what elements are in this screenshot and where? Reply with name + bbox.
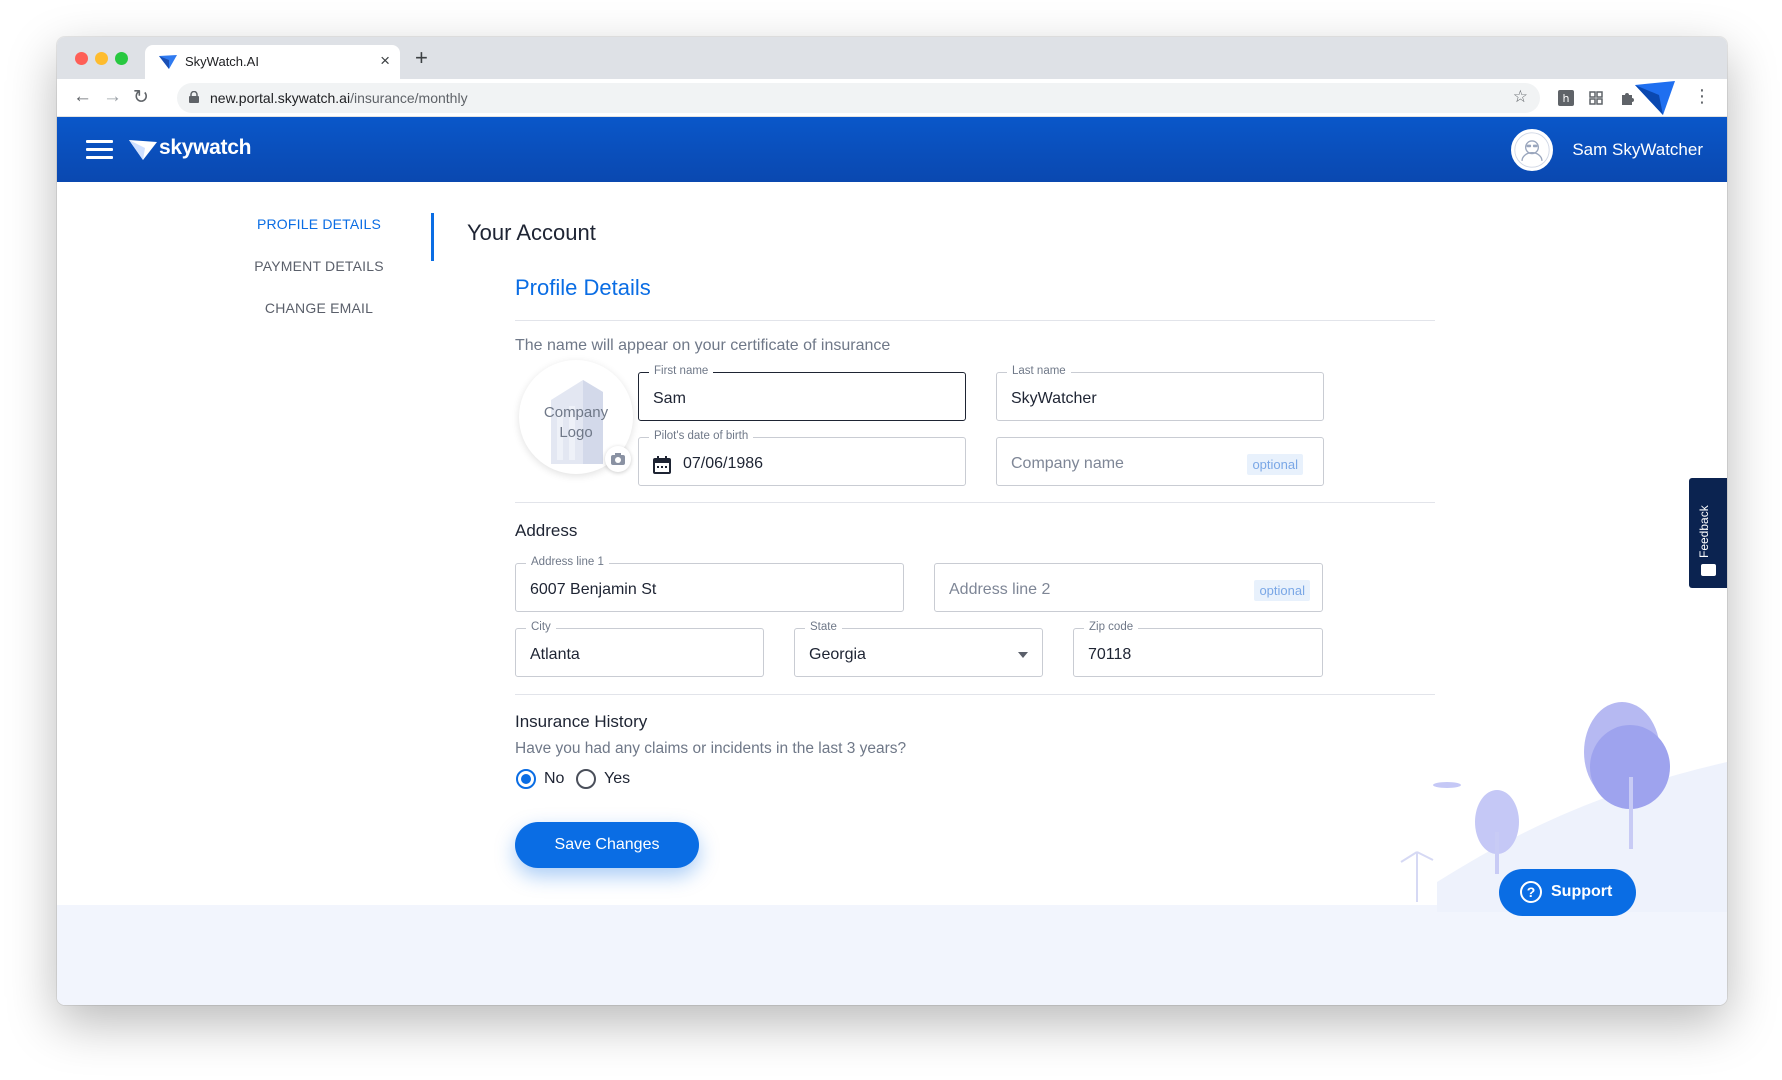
- feedback-label: Feedback: [1697, 505, 1711, 558]
- app-header: skywatch Sam SkyWatcher: [57, 117, 1727, 182]
- brand-name: skywatch: [159, 136, 252, 159]
- svg-text:h: h: [1563, 92, 1570, 105]
- address-line2-field[interactable]: Address line 2 optional: [934, 563, 1323, 612]
- url-path: /insurance/monthly: [350, 90, 468, 106]
- optional-badge: optional: [1254, 580, 1310, 601]
- sidenav-payment-details[interactable]: PAYMENT DETAILS: [227, 258, 411, 274]
- sidenav-change-email[interactable]: CHANGE EMAIL: [227, 300, 411, 316]
- insurance-history-heading: Insurance History: [515, 712, 648, 731]
- sidenav-profile-details[interactable]: PROFILE DETAILS: [227, 216, 411, 232]
- zip-value: 70118: [1088, 646, 1132, 663]
- last-name-field[interactable]: Last name SkyWatcher: [996, 365, 1324, 421]
- address-line1-field[interactable]: Address line 1 6007 Benjamin St: [515, 556, 904, 612]
- address-line1-value: 6007 Benjamin St: [530, 581, 657, 598]
- camera-icon[interactable]: [605, 446, 631, 472]
- bookmark-star-icon[interactable]: ☆: [1513, 87, 1528, 107]
- chevron-down-icon[interactable]: [1018, 652, 1028, 658]
- zip-label: Zip code: [1084, 621, 1139, 633]
- forward-button[interactable]: →: [103, 86, 122, 108]
- radio-no[interactable]: [516, 769, 536, 789]
- address-heading: Address: [515, 521, 578, 540]
- extension-h-icon[interactable]: h: [1557, 89, 1575, 107]
- url-text: new.portal.skywatch.ai/insurance/monthly: [210, 90, 468, 106]
- dob-label: Pilot's date of birth: [649, 430, 754, 442]
- section-title: Profile Details: [515, 275, 651, 300]
- company-name-placeholder: Company name: [1011, 455, 1124, 472]
- state-select[interactable]: State Georgia: [794, 621, 1043, 677]
- optional-badge: optional: [1247, 454, 1303, 475]
- claims-question: Have you had any claims or incidents in …: [515, 740, 907, 757]
- radio-yes-label[interactable]: Yes: [604, 770, 630, 788]
- first-name-label: First name: [649, 365, 714, 377]
- footer-wave-background: [57, 905, 1727, 1005]
- url-host: new.portal.skywatch.ai: [210, 90, 351, 106]
- page-title: Your Account: [467, 220, 596, 245]
- support-button[interactable]: ? Support: [1499, 869, 1636, 916]
- save-changes-button[interactable]: Save Changes: [515, 822, 699, 868]
- avatar: [1511, 129, 1553, 171]
- divider: [515, 320, 1435, 321]
- calendar-icon[interactable]: [653, 456, 671, 474]
- address-line2-placeholder: Address line 2: [949, 581, 1051, 598]
- browser-menu-icon[interactable]: ⋮: [1693, 86, 1711, 107]
- user-name: Sam SkyWatcher: [1572, 140, 1703, 159]
- logo-placeholder-line1: Company: [543, 404, 609, 421]
- minimize-window-button[interactable]: [95, 52, 108, 65]
- radio-yes[interactable]: [576, 769, 596, 789]
- last-name-label: Last name: [1007, 365, 1071, 377]
- skywatch-wing-icon: [129, 140, 157, 160]
- help-circle-icon: ?: [1520, 881, 1542, 903]
- last-name-value: SkyWatcher: [1011, 390, 1097, 407]
- divider: [515, 502, 1435, 503]
- city-value: Atlanta: [530, 646, 580, 663]
- city-field[interactable]: City Atlanta: [515, 621, 764, 677]
- address-bar[interactable]: new.portal.skywatch.ai/insurance/monthly…: [177, 83, 1540, 113]
- skywatch-favicon-icon: [159, 55, 177, 69]
- back-button[interactable]: ←: [73, 86, 92, 108]
- browser-window: SkyWatch.AI × + ← → ↻ new.portal.skywatc…: [57, 37, 1727, 1005]
- state-value: Georgia: [809, 646, 866, 663]
- first-name-field[interactable]: First name Sam: [638, 365, 966, 421]
- logo-placeholder-line2: Logo: [559, 424, 593, 441]
- browser-toolbar: ← → ↻ new.portal.skywatch.ai/insurance/m…: [57, 79, 1727, 117]
- company-logo-upload[interactable]: Company Logo: [519, 360, 633, 474]
- city-label: City: [526, 621, 556, 633]
- maximize-window-button[interactable]: [115, 52, 128, 65]
- tab-title: SkyWatch.AI: [185, 54, 259, 69]
- first-name-value: Sam: [653, 390, 686, 407]
- radio-no-label[interactable]: No: [544, 770, 564, 788]
- feedback-tab[interactable]: Feedback: [1689, 478, 1727, 588]
- company-name-field[interactable]: Company name optional: [996, 437, 1324, 486]
- new-tab-button[interactable]: +: [415, 45, 428, 71]
- tab-close-icon[interactable]: ×: [380, 51, 390, 71]
- active-indicator: [431, 213, 434, 261]
- dob-value: 07/06/1986: [683, 455, 764, 472]
- browser-tab[interactable]: SkyWatch.AI ×: [145, 45, 400, 79]
- lock-icon: [189, 91, 199, 103]
- zip-field[interactable]: Zip code 70118: [1073, 621, 1323, 677]
- hamburger-menu-icon[interactable]: [86, 140, 113, 160]
- reload-button[interactable]: ↻: [133, 86, 149, 109]
- main-content: PROFILE DETAILS PAYMENT DETAILS CHANGE E…: [57, 182, 1727, 1005]
- feedback-icon: [1701, 564, 1716, 576]
- extension-grid-icon[interactable]: [1587, 89, 1605, 107]
- state-label: State: [805, 621, 842, 633]
- skywatch-extension-icon[interactable]: [1635, 81, 1675, 115]
- tab-strip: SkyWatch.AI × +: [57, 37, 1727, 79]
- divider: [515, 694, 1435, 695]
- close-window-button[interactable]: [75, 52, 88, 65]
- address-line1-label: Address line 1: [526, 556, 609, 568]
- dob-field[interactable]: Pilot's date of birth 07/06/1986: [638, 430, 966, 486]
- support-label: Support: [1551, 883, 1613, 900]
- name-helper-text: The name will appear on your certificate…: [515, 337, 891, 354]
